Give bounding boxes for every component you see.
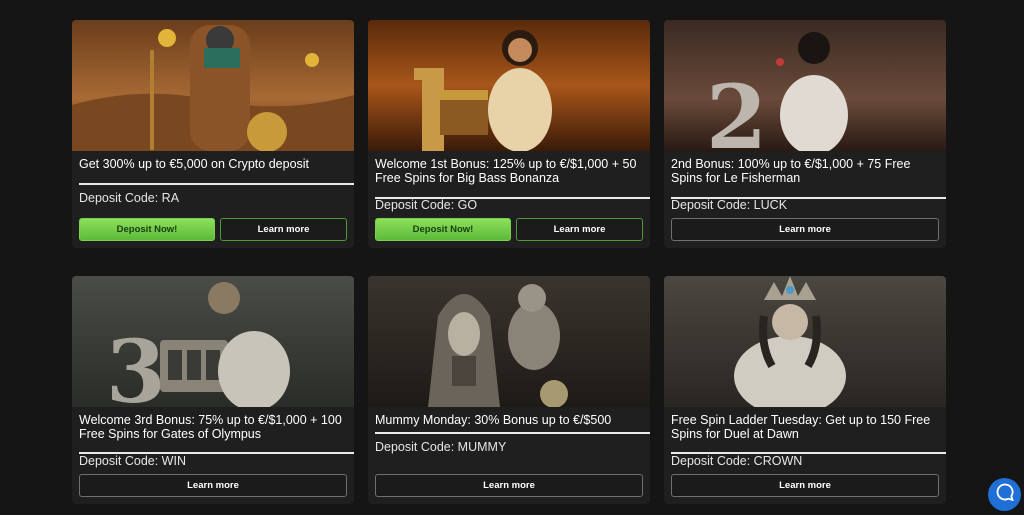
promo-title: Welcome 3rd Bonus: 75% up to €/$1,000 + …: [79, 413, 342, 441]
promo-card-2nd-bonus: 2 2nd Bonus: 100% up to €/$1,000 + 75 Fr…: [664, 20, 946, 248]
promo-card-crypto: Get 300% up to €5,000 on Crypto deposit …: [72, 20, 354, 248]
promo-image-crowned-queen: [664, 276, 946, 407]
svg-text:2: 2: [706, 65, 767, 151]
deposit-code: Deposit Code: RA: [79, 191, 180, 205]
promo-card-mummy-monday: Mummy Monday: 30% Bonus up to €/$500 Dep…: [368, 276, 650, 504]
chat-widget-button[interactable]: [988, 478, 1021, 511]
promo-card-welcome-1st: Welcome 1st Bonus: 125% up to €/$1,000 +…: [368, 20, 650, 248]
learn-more-button[interactable]: Learn more: [79, 474, 347, 497]
promo-title: 2nd Bonus: 100% up to €/$1,000 + 75 Free…: [671, 157, 911, 185]
deposit-code: Deposit Code: GO: [375, 198, 478, 212]
promotions-grid: Get 300% up to €5,000 on Crypto deposit …: [0, 0, 1024, 515]
deposit-now-button[interactable]: Deposit Now!: [375, 218, 511, 241]
deposit-code: Deposit Code: MUMMY: [375, 440, 507, 454]
promo-image-pharaoh: [368, 276, 650, 407]
promo-image-bastet: 2: [664, 20, 946, 151]
divider: [375, 432, 650, 434]
deposit-code: Deposit Code: CROWN: [671, 454, 803, 468]
learn-more-button[interactable]: Learn more: [671, 218, 939, 241]
deposit-now-button[interactable]: Deposit Now!: [79, 218, 215, 241]
promo-title: Mummy Monday: 30% Bonus up to €/$500: [375, 413, 612, 427]
learn-more-button[interactable]: Learn more: [516, 218, 643, 241]
promo-title: Free Spin Ladder Tuesday: Get up to 150 …: [671, 413, 931, 441]
chat-bubble-icon: [996, 483, 1014, 506]
promo-image-cleopatra: [368, 20, 650, 151]
deposit-code: Deposit Code: WIN: [79, 454, 186, 468]
promo-image-lioness: 3: [72, 276, 354, 407]
promo-card-free-spin-ladder: Free Spin Ladder Tuesday: Get up to 150 …: [664, 276, 946, 504]
divider: [79, 183, 354, 185]
deposit-code: Deposit Code: LUCK: [671, 198, 788, 212]
promo-image-horus: [72, 20, 354, 151]
learn-more-button[interactable]: Learn more: [220, 218, 347, 241]
learn-more-button[interactable]: Learn more: [671, 474, 939, 497]
learn-more-button[interactable]: Learn more: [375, 474, 643, 497]
promo-title: Get 300% up to €5,000 on Crypto deposit: [79, 157, 310, 171]
promo-title: Welcome 1st Bonus: 125% up to €/$1,000 +…: [375, 157, 637, 185]
svg-text:3: 3: [106, 322, 166, 407]
promo-card-welcome-3rd: 3 Welcome 3rd Bonus: 75% up to €/$1,000 …: [72, 276, 354, 504]
